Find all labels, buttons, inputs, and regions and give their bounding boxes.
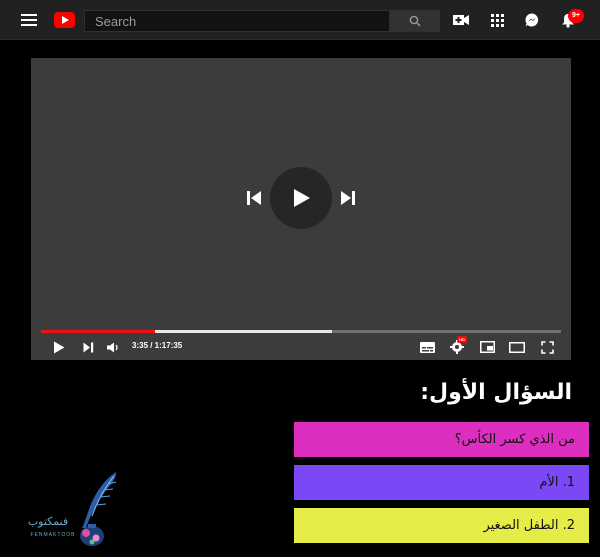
- fullscreen-icon[interactable]: [539, 340, 555, 354]
- time-display: 3:35 / 1:17:35: [132, 341, 183, 350]
- play-control-icon[interactable]: [51, 340, 67, 354]
- question-title: السؤال الأول:: [420, 380, 572, 405]
- subtitles-icon[interactable]: [419, 340, 435, 354]
- question-text: من الذي كسر الكأس؟: [294, 422, 589, 457]
- apps-grid-icon[interactable]: [489, 12, 505, 28]
- play-button[interactable]: [270, 167, 332, 229]
- next-control-icon[interactable]: [80, 340, 96, 354]
- top-bar: 9+: [0, 0, 600, 40]
- previous-icon[interactable]: [246, 189, 262, 207]
- messages-icon[interactable]: [524, 12, 540, 28]
- next-icon[interactable]: [340, 189, 356, 207]
- menu-icon[interactable]: [21, 14, 37, 26]
- watermark-logo: فنمكتوب FENMAKTOOB: [18, 470, 128, 550]
- progress-played: [41, 330, 156, 333]
- youtube-logo[interactable]: [54, 12, 75, 28]
- create-video-icon[interactable]: [453, 12, 469, 28]
- search-button[interactable]: [390, 10, 440, 32]
- video-player[interactable]: 3:35 / 1:17:35 HD: [31, 58, 571, 360]
- play-icon: [294, 189, 310, 207]
- answer-option-1[interactable]: 1. الأم: [294, 465, 589, 500]
- search-input[interactable]: [84, 10, 390, 32]
- watermark-text: فنمكتوب: [27, 515, 69, 528]
- theater-icon[interactable]: [509, 340, 525, 354]
- answer-option-2[interactable]: 2. الطفل الصغير: [294, 508, 589, 543]
- search-icon: [409, 15, 421, 27]
- notification-badge: 9+: [568, 9, 584, 23]
- feather-pen-icon: [80, 472, 117, 546]
- miniplayer-icon[interactable]: [479, 340, 495, 354]
- volume-icon[interactable]: [105, 340, 121, 354]
- progress-bar[interactable]: [41, 330, 561, 333]
- watermark-subtext: FENMAKTOOB: [30, 532, 76, 538]
- hd-badge: HD: [457, 336, 467, 343]
